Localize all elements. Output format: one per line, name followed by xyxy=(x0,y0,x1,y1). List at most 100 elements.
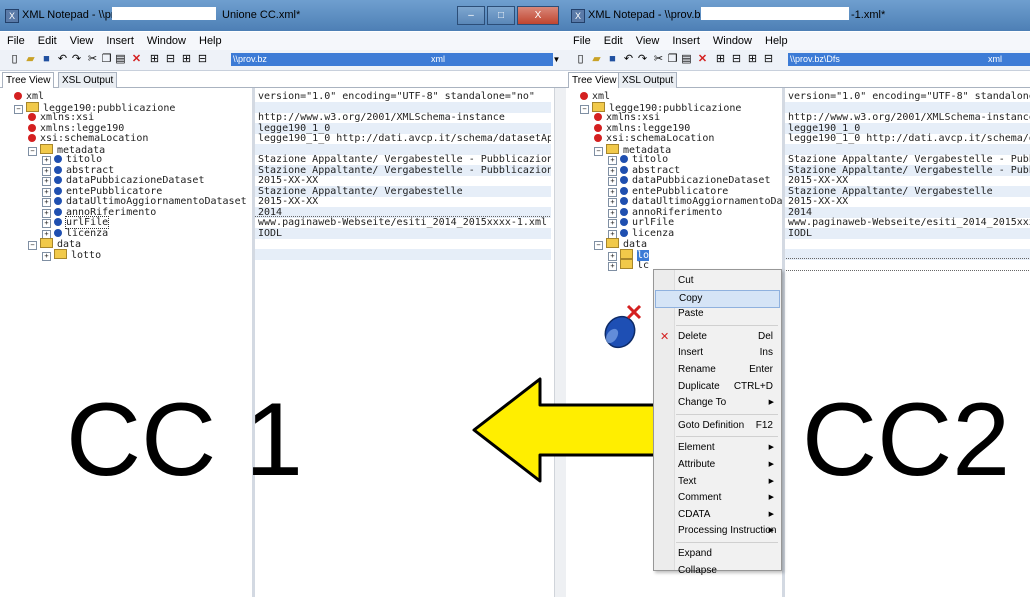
context-menu-item-attribute[interactable]: Attribute ▶ xyxy=(655,457,780,473)
title-bar[interactable]: X XML Notepad - \\prov Unione CC.xml* – … xyxy=(0,0,566,31)
context-menu-item-duplicate[interactable]: Duplicate CTRL+D xyxy=(655,379,780,395)
menu-view[interactable]: View xyxy=(63,32,100,47)
undo-icon[interactable]: ↶ xyxy=(56,53,69,66)
paste-icon[interactable]: ▤ xyxy=(680,53,693,66)
tree-node[interactable]: + lc xyxy=(608,259,649,271)
nudge-up-icon[interactable]: ⊞ xyxy=(148,53,161,66)
value-cell[interactable]: 2015-XX-XX xyxy=(785,175,1030,186)
context-menu-item-paste[interactable]: Paste xyxy=(655,306,780,322)
tree-node[interactable]: +dataUltimoAggiornamentoDataset xyxy=(42,196,247,207)
value-cell[interactable]: 2015-XX-XX xyxy=(255,196,551,207)
nudge-left-icon[interactable]: ⊞ xyxy=(746,53,759,66)
value-cell[interactable] xyxy=(785,101,1030,113)
tree-node[interactable]: − data xyxy=(28,238,81,250)
paste-icon[interactable]: ▤ xyxy=(114,53,127,66)
context-menu-item-goto-definition[interactable]: Goto Definition F12 xyxy=(655,418,780,434)
tree-node[interactable]: + abstract xyxy=(42,165,114,176)
tree-node[interactable]: − legge190:pubblicazione xyxy=(14,101,175,114)
tree-node[interactable]: − metadata xyxy=(28,143,105,156)
menu-window[interactable]: Window xyxy=(140,32,192,47)
tree-node[interactable]: + dataPubbicazioneDataset xyxy=(42,175,204,186)
value-cell[interactable]: Stazione Appaltante/ Vergabestelle xyxy=(785,185,1030,197)
context-menu-item-comment[interactable]: Comment ▶ xyxy=(655,490,780,506)
value-cell[interactable]: 2015-XX-XX xyxy=(785,196,1030,207)
tree-node[interactable]: − data xyxy=(594,238,647,250)
redo-icon[interactable]: ↷ xyxy=(70,53,83,66)
context-menu-item-insert[interactable]: Insert Ins xyxy=(655,345,780,361)
tab-xsl-output[interactable]: XSL Output xyxy=(58,72,118,88)
value-cell[interactable]: legge190_1_0 http://dati.avcp.it/schema/… xyxy=(785,133,1030,144)
expand-toggle-icon[interactable]: − xyxy=(14,104,23,114)
expand-toggle-icon[interactable]: − xyxy=(580,104,589,114)
menu-file[interactable]: File xyxy=(0,32,31,47)
title-bar[interactable]: X XML Notepad - \\prov.bz\Df -1.xml* xyxy=(566,0,1030,31)
value-cell[interactable]: Stazione Appaltante/ Vergabestelle xyxy=(255,185,551,197)
value-cell[interactable]: legge190_1_0 xyxy=(255,122,551,134)
maximize-button[interactable]: □ xyxy=(487,6,515,25)
value-cell[interactable] xyxy=(255,238,551,249)
tree-node[interactable]: xml xyxy=(14,91,44,102)
tree-node[interactable]: + licenza xyxy=(42,228,108,239)
delete-icon[interactable]: ✕ xyxy=(130,53,143,66)
menu-window[interactable]: Window xyxy=(706,32,758,47)
tab-tree-view[interactable]: Tree View xyxy=(2,72,55,89)
tree-node[interactable]: xmlns:legge190 xyxy=(28,123,124,134)
context-menu-item-cut[interactable]: Cut xyxy=(655,273,780,289)
tree-node[interactable]: xml xyxy=(580,91,610,102)
value-cell[interactable] xyxy=(255,101,551,113)
tree-node[interactable]: + lotto xyxy=(42,248,101,261)
value-cell[interactable]: www.paginaweb-Webseite/esiti_2014_2015xx… xyxy=(785,217,1030,228)
tree-node[interactable]: xmlns:xsi xyxy=(594,112,660,123)
cut-icon[interactable]: ✂ xyxy=(86,53,99,66)
tab-xsl-output[interactable]: XSL Output xyxy=(618,72,678,88)
expand-toggle-icon[interactable]: − xyxy=(594,241,603,250)
tab-tree-view[interactable]: Tree View xyxy=(568,72,621,89)
tree-node[interactable]: xmlns:legge190 xyxy=(594,123,690,134)
tree-node[interactable]: xsi:schemaLocation xyxy=(28,133,148,144)
menu-help[interactable]: Help xyxy=(758,32,794,47)
nudge-left-icon[interactable]: ⊞ xyxy=(180,53,193,66)
copy-icon[interactable]: ❐ xyxy=(666,53,679,66)
delete-icon[interactable]: ✕ xyxy=(696,53,709,66)
expand-toggle-icon[interactable]: + xyxy=(42,251,51,261)
tree-node[interactable]: + licenza xyxy=(608,228,674,239)
expand-toggle-icon[interactable]: − xyxy=(28,241,37,250)
copy-icon[interactable]: ❐ xyxy=(100,53,113,66)
value-cell[interactable] xyxy=(255,143,551,155)
tree-node[interactable]: + titolo xyxy=(608,154,668,165)
value-pane[interactable]: version="1.0" encoding="UTF-8" standalon… xyxy=(785,88,1030,597)
value-cell[interactable]: 2015-XX-XX xyxy=(255,175,551,186)
tree-node[interactable]: + abstract xyxy=(608,165,680,176)
address-dropdown-icon[interactable]: ▼ xyxy=(550,53,563,66)
undo-icon[interactable]: ↶ xyxy=(622,53,635,66)
value-cell[interactable]: legge190_1_0 http://dati.avcp.it/schema/… xyxy=(255,133,551,144)
tree-node[interactable]: xsi:schemaLocation xyxy=(594,133,714,144)
value-cell[interactable]: http://www.w3.org/2001/XMLSchema-instanc… xyxy=(255,112,551,123)
value-cell[interactable]: Stazione Appaltante/ Vergabestelle - Pub… xyxy=(785,164,1030,176)
context-menu-item-processing-instruction[interactable]: Processing Instruction ▶ xyxy=(655,523,780,539)
value-cell[interactable] xyxy=(785,258,1030,271)
value-cell[interactable]: 2014 xyxy=(785,206,1030,218)
value-cell[interactable]: version="1.0" encoding="UTF-8" standalon… xyxy=(785,91,1030,102)
tree-view-pane[interactable]: xml − legge190:pubblicazione xmlns:xsi xmlns… xyxy=(0,88,252,597)
tree-node[interactable]: − legge190:pubblicazione xyxy=(580,101,741,114)
context-menu-item-element[interactable]: Element ▶ xyxy=(655,440,780,456)
tree-node[interactable]: + urlFile xyxy=(42,216,110,229)
nudge-down-icon[interactable]: ⊟ xyxy=(730,53,743,66)
value-cell[interactable] xyxy=(785,248,1030,260)
open-folder-icon[interactable]: ▰ xyxy=(590,53,603,66)
context-menu-item-rename[interactable]: Rename Enter xyxy=(655,362,780,378)
value-cell[interactable]: http://www.w3.org/2001/XMLSchema-instanc… xyxy=(785,112,1030,123)
context-menu-item-collapse[interactable]: Collapse xyxy=(655,563,780,579)
tree-node[interactable]: + titolo xyxy=(42,154,102,165)
value-cell[interactable]: version="1.0" encoding="UTF-8" standalon… xyxy=(255,91,551,102)
tree-node-selected[interactable]: + lo xyxy=(608,248,650,261)
tree-node[interactable]: + dataPubbicazioneDataset xyxy=(608,175,770,186)
context-menu-item-change-to[interactable]: Change To ▶ xyxy=(655,395,780,411)
expand-toggle-icon[interactable]: − xyxy=(28,146,37,156)
tree-node[interactable]: + entePubblicatore xyxy=(42,186,162,197)
context-menu-item-cdata[interactable]: CDATA ▶ xyxy=(655,507,780,523)
menu-insert[interactable]: Insert xyxy=(665,32,706,47)
expand-toggle-icon[interactable]: − xyxy=(594,146,603,156)
nudge-up-icon[interactable]: ⊞ xyxy=(714,53,727,66)
